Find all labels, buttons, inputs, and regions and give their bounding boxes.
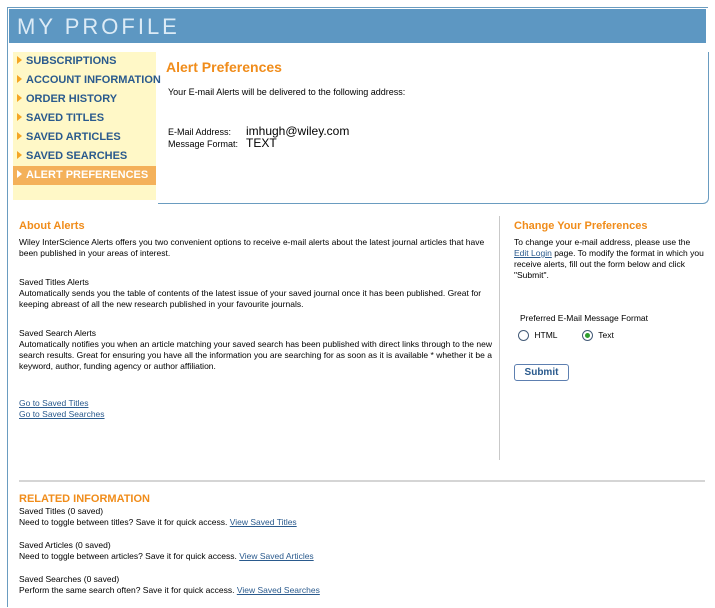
about-alerts-title: About Alerts: [19, 220, 85, 232]
message-format-label: Message Format:: [168, 139, 239, 149]
column-divider: [499, 216, 500, 460]
arrow-right-icon: [17, 94, 22, 102]
go-to-saved-searches-link[interactable]: Go to Saved Searches: [19, 409, 105, 419]
related-information-section: RELATED INFORMATION Saved Titles (0 save…: [19, 493, 539, 596]
view-saved-articles-link[interactable]: View Saved Articles: [239, 551, 314, 561]
related-saved-searches-heading: Saved Searches (0 saved): [19, 574, 120, 584]
about-alerts-section: About Alerts Wiley InterScience Alerts o…: [19, 220, 499, 420]
related-saved-articles-heading: Saved Articles (0 saved): [19, 540, 111, 550]
related-saved-articles-row: Need to toggle between articles? Save it…: [19, 551, 539, 562]
submit-button[interactable]: Submit: [514, 364, 569, 381]
sidebar-item-label: ACCOUNT INFORMATION: [26, 74, 161, 86]
saved-search-alerts-text: Automatically notifies you when an artic…: [19, 339, 492, 371]
related-saved-searches-row: Perform the same search often? Save it f…: [19, 585, 539, 596]
sidebar-item-label: SAVED SEARCHES: [26, 150, 128, 162]
message-format-value: TEXT: [246, 136, 277, 150]
radio-html-label: HTML: [534, 330, 558, 340]
sidebar-item-order-history[interactable]: ORDER HISTORY: [13, 90, 156, 109]
saved-titles-alerts-heading: Saved Titles Alerts: [19, 277, 89, 287]
arrow-right-icon: [17, 132, 22, 140]
edit-login-link[interactable]: Edit Login: [514, 248, 552, 258]
profile-sidebar: SUBSCRIPTIONS ACCOUNT INFORMATION ORDER …: [13, 52, 161, 200]
related-saved-articles-text: Need to toggle between articles? Save it…: [19, 551, 237, 561]
preferred-format-label: Preferred E-Mail Message Format: [520, 313, 649, 323]
arrow-right-icon: [17, 151, 22, 159]
about-alerts-intro: Wiley InterScience Alerts offers you two…: [19, 237, 485, 258]
message-format-row: Message Format: TEXT: [168, 136, 277, 150]
section-divider: [19, 480, 705, 482]
radio-html[interactable]: [518, 330, 529, 342]
sidebar-item-label: ORDER HISTORY: [26, 93, 118, 105]
change-preferences-section: Change Your Preferences To change your e…: [514, 220, 704, 342]
sidebar-item-label: ALERT PREFERENCES: [26, 169, 149, 181]
related-saved-titles-heading: Saved Titles (0 saved): [19, 506, 104, 516]
related-saved-searches-text: Perform the same search often? Save it f…: [19, 585, 235, 595]
related-saved-titles-row: Need to toggle between titles? Save it f…: [19, 517, 539, 528]
view-saved-titles-link[interactable]: View Saved Titles: [230, 517, 297, 527]
saved-titles-alerts-text: Automatically sends you the table of con…: [19, 288, 482, 309]
sidebar-item-alert-preferences[interactable]: ALERT PREFERENCES: [13, 166, 156, 185]
radio-text-label: Text: [598, 330, 614, 340]
alert-delivery-description: Your E-mail Alerts will be delivered to …: [168, 87, 406, 97]
related-saved-titles-text: Need to toggle between titles? Save it f…: [19, 517, 228, 527]
arrow-right-icon: [17, 170, 22, 178]
change-preferences-text: To change your e-mail address, please us…: [514, 237, 704, 281]
change-preferences-title: Change Your Preferences: [514, 220, 648, 232]
sidebar-item-saved-articles[interactable]: SAVED ARTICLES: [13, 128, 156, 147]
page-header: MY PROFILE: [9, 9, 706, 43]
radio-text[interactable]: [581, 330, 593, 342]
sidebar-item-label: SUBSCRIPTIONS: [26, 55, 117, 67]
view-saved-searches-link[interactable]: View Saved Searches: [237, 585, 320, 595]
alert-preferences-panel: Alert Preferences Your E-mail Alerts wil…: [158, 52, 709, 204]
alert-preferences-title: Alert Preferences: [166, 59, 282, 75]
sidebar-item-label: SAVED ARTICLES: [26, 131, 121, 143]
sidebar-item-subscriptions[interactable]: SUBSCRIPTIONS: [13, 52, 156, 71]
format-radio-group: HTML Text: [518, 330, 704, 342]
go-to-saved-titles-link[interactable]: Go to Saved Titles: [19, 398, 88, 408]
sidebar-item-saved-titles[interactable]: SAVED TITLES: [13, 109, 156, 128]
arrow-right-icon: [17, 75, 22, 83]
arrow-right-icon: [17, 113, 22, 121]
sidebar-item-label: SAVED TITLES: [26, 112, 105, 124]
arrow-right-icon: [17, 56, 22, 64]
page-title: MY PROFILE: [17, 14, 180, 39]
related-information-title: RELATED INFORMATION: [19, 493, 150, 505]
sidebar-item-account-information[interactable]: ACCOUNT INFORMATION: [13, 71, 161, 90]
saved-search-alerts-heading: Saved Search Alerts: [19, 328, 97, 338]
sidebar-item-saved-searches[interactable]: SAVED SEARCHES: [13, 147, 156, 166]
change-text-before: To change your e-mail address, please us…: [514, 237, 691, 247]
